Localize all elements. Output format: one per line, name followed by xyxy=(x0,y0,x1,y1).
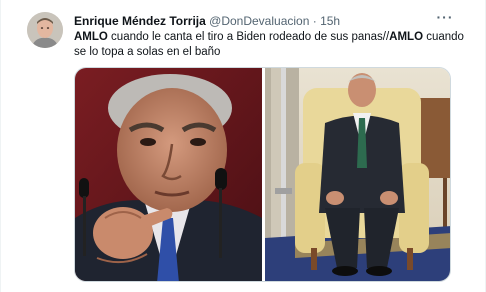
tweet-media[interactable] xyxy=(74,67,451,282)
tweet-text-bold-1: AMLO xyxy=(74,31,108,43)
separator-dot: · xyxy=(312,14,317,28)
tweet-header: Enrique Méndez Torrija @DonDevaluacion ·… xyxy=(74,12,454,30)
author-handle[interactable]: @DonDevaluacion xyxy=(209,14,309,28)
tweet-text-bold-2: AMLO xyxy=(389,31,424,43)
tweet-text: AMLO cuando le canta el tiro a Biden rod… xyxy=(74,30,464,60)
more-horizontal-icon[interactable]: ··· xyxy=(435,10,455,28)
avatar[interactable] xyxy=(27,12,63,48)
tweet-timestamp[interactable]: 15h xyxy=(320,14,340,28)
man-seated-in-armchair-photo[interactable] xyxy=(265,68,450,281)
man-pointing-photo[interactable] xyxy=(75,68,262,281)
tweet-text-part-2: cuando le canta el tiro a Biden rodeado … xyxy=(107,31,390,43)
tweet[interactable]: Enrique Méndez Torrija @DonDevaluacion ·… xyxy=(0,0,486,292)
author-name[interactable]: Enrique Méndez Torrija xyxy=(74,14,206,28)
